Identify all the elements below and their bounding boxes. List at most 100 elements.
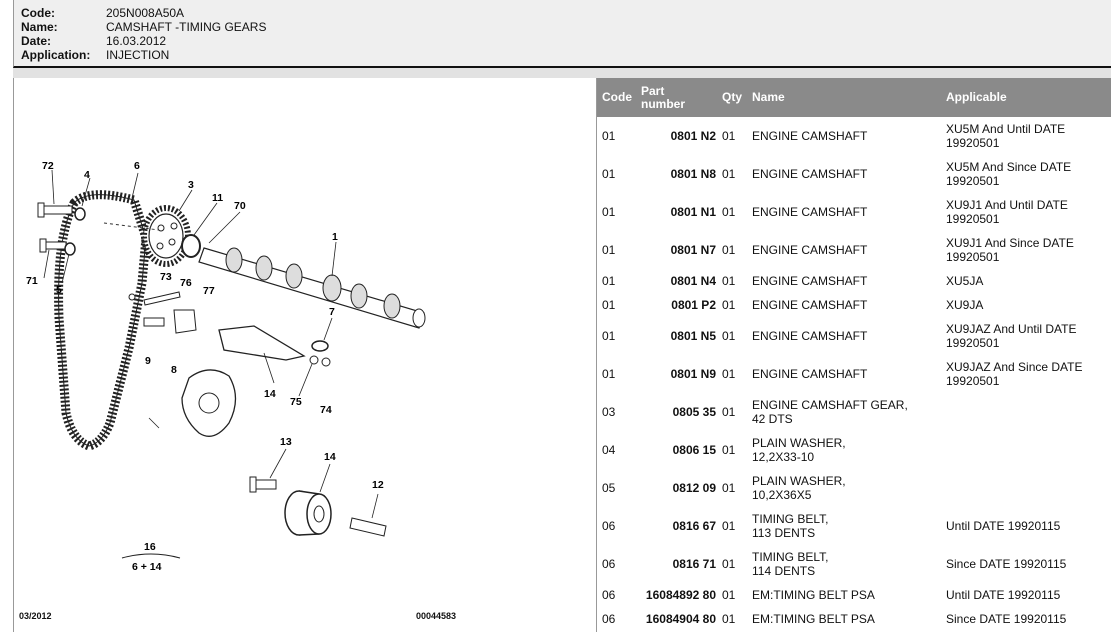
table-row[interactable]: 01 0801 N2 01 ENGINE CAMSHAFT XU5M And Until… [597, 117, 1111, 155]
callout-75: 75 [290, 396, 302, 408]
name-value: CAMSHAFT -TIMING GEARS [106, 20, 267, 34]
table-row[interactable]: 06 16084904 80 01 EM:TIMING BELT PSA Since D… [597, 607, 1111, 631]
table-row[interactable]: 01 0801 N7 01 ENGINE CAMSHAFT XU9J1 And Sinc… [597, 231, 1111, 269]
cell-name: TIMING BELT, 114 DENTS [752, 550, 829, 578]
cell-qty: 01 [722, 367, 736, 381]
cell-part-number[interactable]: 16084892 80 [641, 583, 716, 607]
col-part-header: Part number [641, 83, 686, 111]
stud-76-drawing [143, 291, 181, 306]
cell-name: ENGINE CAMSHAFT GEAR, 42 DTS [752, 398, 908, 426]
cell-part-number[interactable]: 0816 67 [641, 507, 716, 545]
col-name-header: Name [752, 90, 785, 104]
timing-belt-drawing [54, 190, 151, 451]
cell-applicable: XU9J1 And Until DATE 19920501 [946, 198, 1068, 226]
cell-code: 01 [602, 367, 616, 381]
application-value: INJECTION [106, 48, 170, 62]
callout-14: 14 [264, 388, 276, 400]
code-label: Code: [21, 6, 55, 20]
washer-7-drawing [311, 340, 329, 352]
col-applicable-header: Applicable [946, 90, 1007, 104]
table-row[interactable]: 06 0816 67 01 TIMING BELT, 113 DENTS Until DA… [597, 507, 1111, 545]
date-label: Date: [21, 34, 52, 48]
cell-part-number[interactable]: 0801 N8 [641, 155, 716, 193]
callout-74: 74 [320, 404, 332, 416]
cell-part-number[interactable]: 0816 71 [641, 545, 716, 583]
pump-housing-drawing [181, 369, 237, 437]
cell-applicable: Until DATE 19920115 [946, 588, 1061, 602]
table-row[interactable]: 06 0816 71 01 TIMING BELT, 114 DENTS Since DA… [597, 545, 1111, 583]
cell-part-number[interactable]: 0812 09 [641, 469, 716, 507]
table-row[interactable]: 01 0801 P2 01 ENGINE CAMSHAFT XU9JA [597, 293, 1111, 317]
cell-qty: 01 [722, 329, 736, 343]
nut-74-drawing [321, 357, 331, 367]
cell-name: ENGINE CAMSHAFT [752, 298, 868, 312]
callout-70: 70 [234, 200, 246, 212]
date-value: 16.03.2012 [106, 34, 167, 48]
callout-73: 73 [160, 271, 172, 283]
cell-name: PLAIN WASHER, 12,2X33-10 [752, 436, 846, 464]
cell-qty: 01 [722, 205, 736, 219]
table-row[interactable]: 01 0801 N8 01 ENGINE CAMSHAFT XU5M And Since… [597, 155, 1111, 193]
cell-applicable: XU9JAZ And Until DATE 19920501 [946, 322, 1077, 350]
name-label: Name: [21, 20, 58, 34]
washer-4-drawing [74, 207, 86, 221]
cell-qty: 01 [722, 167, 736, 181]
cell-code: 01 [602, 205, 616, 219]
cell-qty: 01 [722, 243, 736, 257]
cell-part-number[interactable]: 0801 N5 [641, 317, 716, 355]
callout-6-plus-14: 6 + 14 [132, 561, 162, 573]
cell-part-number[interactable]: 0801 N7 [641, 231, 716, 269]
code-value: 205N008A50A [106, 6, 185, 20]
exploded-parts-diagram: 72 4 6 3 11 70 1 71 5 73 76 77 7 9 8 14 … [26, 160, 426, 573]
callout-9: 9 [145, 355, 151, 367]
table-row[interactable]: 03 0805 35 01 ENGINE CAMSHAFT GEAR, 42 DTS [597, 393, 1111, 431]
table-row[interactable]: 01 0801 N1 01 ENGINE CAMSHAFT XU9J1 And Unti… [597, 193, 1111, 231]
cell-code: 06 [602, 557, 616, 571]
panel-separator [13, 68, 1111, 78]
callout-4: 4 [84, 169, 90, 181]
cell-qty: 01 [722, 405, 736, 419]
cell-part-number[interactable]: 0801 P2 [641, 293, 716, 317]
table-row[interactable]: 04 0806 15 01 PLAIN WASHER, 12,2X33-10 [597, 431, 1111, 469]
cell-part-number[interactable]: 0801 N2 [641, 117, 716, 155]
table-row[interactable]: 05 0812 09 01 PLAIN WASHER, 10,2X36X5 [597, 469, 1111, 507]
stud-9-drawing [143, 317, 165, 327]
stud-12-drawing [349, 517, 387, 537]
col-code-header: Code [602, 90, 632, 104]
cell-qty: 01 [722, 588, 736, 602]
callout-7: 7 [329, 306, 335, 318]
tensioner-8-drawing [173, 309, 197, 334]
callout-71: 71 [26, 275, 38, 287]
cell-qty: 01 [722, 612, 736, 626]
cell-applicable [946, 393, 1106, 431]
table-row[interactable]: 01 0801 N9 01 ENGINE CAMSHAFT XU9JAZ And Sin… [597, 355, 1111, 393]
cell-code: 04 [602, 443, 616, 457]
cell-applicable: Until DATE 19920115 [946, 519, 1061, 533]
cell-code: 01 [602, 243, 616, 257]
callout-brace [121, 553, 181, 559]
washer-11-drawing [181, 234, 201, 258]
cell-part-number[interactable]: 0805 35 [641, 393, 716, 431]
cell-part-number[interactable]: 0806 15 [641, 431, 716, 469]
camshaft-drawing [198, 247, 426, 329]
bolt-13-drawing [249, 476, 277, 493]
washer-75-drawing [309, 355, 319, 365]
cell-part-number[interactable]: 16084904 80 [641, 607, 716, 631]
table-row[interactable]: 01 0801 N4 01 ENGINE CAMSHAFT XU5JA [597, 269, 1111, 293]
cell-code: 03 [602, 405, 616, 419]
table-row[interactable]: 06 16084892 80 01 EM:TIMING BELT PSA Until D… [597, 583, 1111, 607]
cell-part-number[interactable]: 0801 N1 [641, 193, 716, 231]
cell-name: EM:TIMING BELT PSA [752, 612, 875, 626]
table-header: Code Part number Qty Name Applicable [597, 78, 1111, 117]
cell-applicable: XU9JA [946, 298, 984, 312]
cell-name: EM:TIMING BELT PSA [752, 588, 875, 602]
table-row[interactable]: 01 0801 N5 01 ENGINE CAMSHAFT XU9JAZ And Unt… [597, 317, 1111, 355]
callout-1: 1 [332, 231, 338, 243]
cell-code: 05 [602, 481, 616, 495]
callout-76: 76 [180, 277, 192, 289]
cell-qty: 01 [722, 557, 736, 571]
cell-part-number[interactable]: 0801 N4 [641, 269, 716, 293]
cell-qty: 01 [722, 481, 736, 495]
cell-qty: 01 [722, 129, 736, 143]
cell-part-number[interactable]: 0801 N9 [641, 355, 716, 393]
